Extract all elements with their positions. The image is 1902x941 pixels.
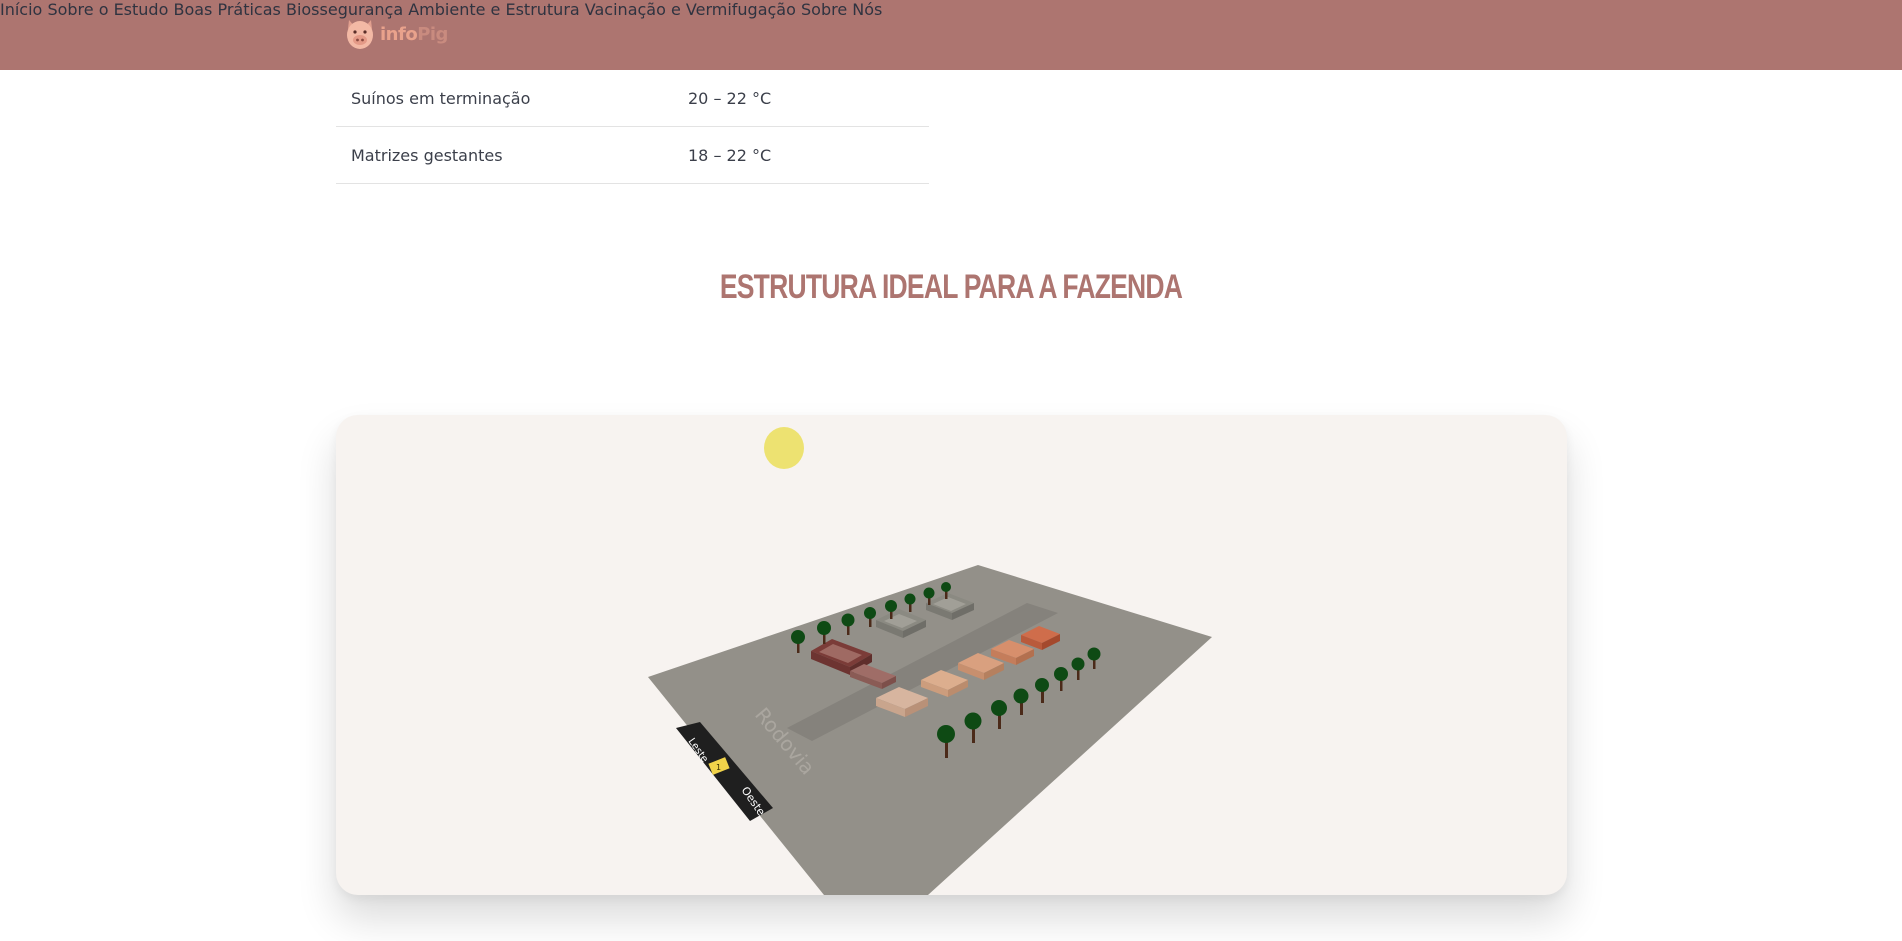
brand-name-part1: info [380, 23, 418, 45]
ground-plane [648, 565, 1212, 895]
farm-3d-scene[interactable]: Rodovia Leste Oeste 1 [336, 415, 1567, 895]
table-cell-category: Matrizes gestantes [351, 146, 503, 165]
road-sign-label: 1 [716, 763, 721, 772]
nav-link-vacinacao-e-vermifugacao[interactable]: Vacinação e Vermifugação [585, 0, 796, 19]
sun-icon [764, 427, 804, 469]
farm-3d-viewer[interactable]: Rodovia Leste Oeste 1 [336, 415, 1567, 895]
nav-link-inicio[interactable]: Início [0, 0, 42, 19]
top-navbar: infoPig Início Sobre o Estudo Boas Práti… [0, 0, 1902, 70]
nav-link-boas-praticas[interactable]: Boas Práticas [173, 0, 280, 19]
brand-logo[interactable]: infoPig [343, 16, 448, 52]
nav-link-sobre-o-estudo[interactable]: Sobre o Estudo [47, 0, 168, 19]
table-cell-range: 20 – 22 °C [688, 89, 772, 108]
table-cell-range: 18 – 22 °C [688, 146, 772, 165]
table-cell-category: Suínos em terminação [351, 89, 531, 108]
table-row: Suínos em terminação 20 – 22 °C [336, 70, 929, 127]
brand-name: infoPig [380, 24, 448, 45]
pig-icon [347, 20, 373, 49]
brand-name-part2: Pig [417, 23, 448, 45]
nav-link-sobre-nos[interactable]: Sobre Nós [801, 0, 882, 19]
table-row: Matrizes gestantes 18 – 22 °C [336, 127, 929, 184]
section-title: ESTRUTURA IDEAL PARA A FAZENDA [719, 268, 1183, 306]
temperature-table: Suínos em terminação 20 – 22 °C Matrizes… [336, 70, 929, 184]
